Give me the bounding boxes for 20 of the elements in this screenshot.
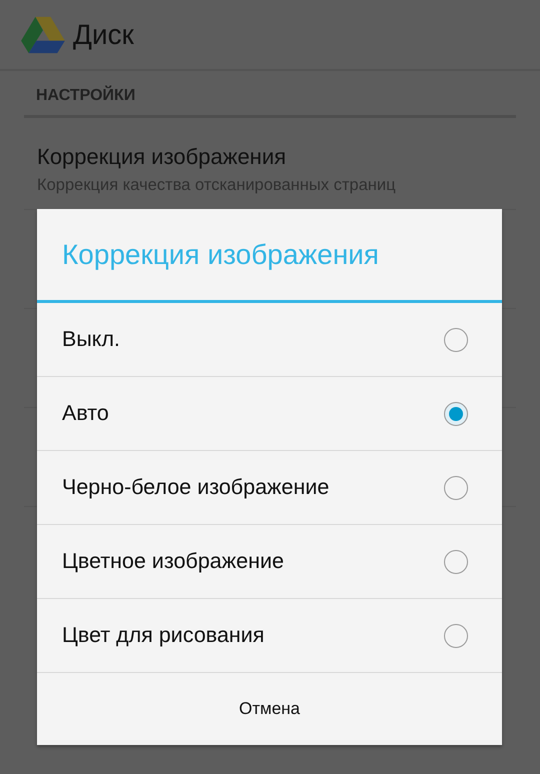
app-title: Диск (73, 18, 134, 50)
radio-button[interactable] (444, 550, 468, 574)
section-header: НАСТРОЙКИ (24, 71, 516, 118)
option-label: Черно-белое изображение (62, 475, 330, 500)
option-label: Цветное изображение (62, 549, 284, 574)
radio-button[interactable] (444, 476, 468, 500)
option-row[interactable]: Выкл. (37, 303, 502, 377)
setting-title: Коррекция изображения (37, 144, 288, 170)
cancel-button[interactable]: Отмена (37, 673, 502, 745)
radio-button[interactable] (444, 328, 468, 352)
option-row[interactable]: Черно-белое изображение (37, 451, 502, 525)
option-label: Цвет для рисования (62, 623, 264, 648)
radio-button[interactable] (444, 402, 468, 426)
option-label: Выкл. (62, 327, 120, 352)
drive-logo-icon (20, 14, 66, 54)
option-row[interactable]: Цветное изображение (37, 525, 502, 599)
option-row[interactable]: Авто (37, 377, 502, 451)
option-label: Авто (62, 401, 109, 426)
radio-button[interactable] (444, 624, 468, 648)
dialog-title: Коррекция изображения (37, 209, 502, 303)
